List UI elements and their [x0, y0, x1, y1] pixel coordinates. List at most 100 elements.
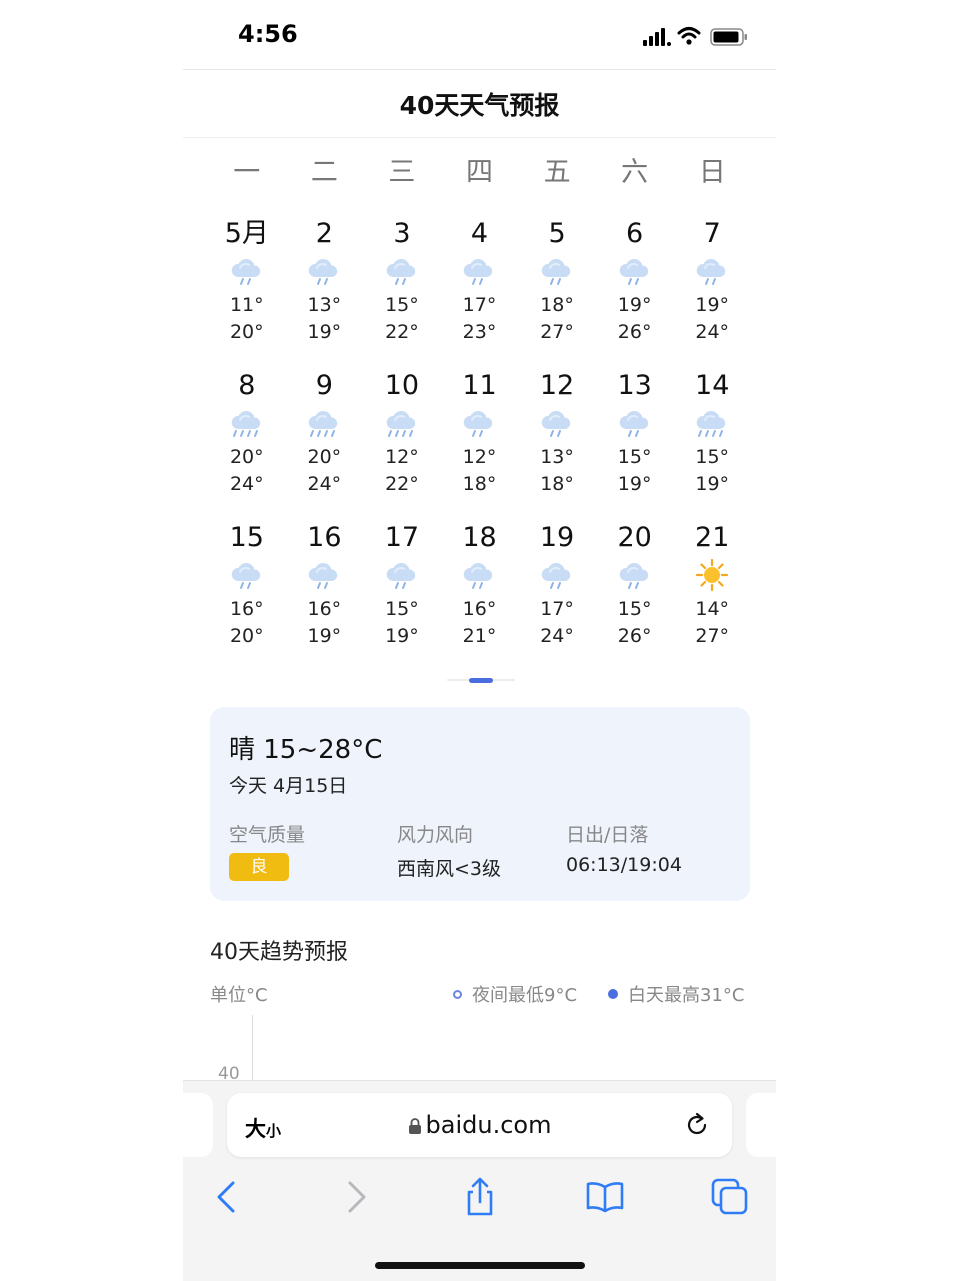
calendar-day[interactable]: 14 15° 19°	[673, 368, 751, 520]
calendar-day[interactable]: 10 12° 22°	[363, 368, 441, 520]
calendar-day[interactable]: 2 13° 19°	[286, 216, 364, 368]
day-number: 11	[462, 370, 497, 401]
low-temp: 16°	[229, 598, 264, 620]
day-number: 9	[315, 370, 333, 401]
high-temp: 19°	[617, 473, 652, 495]
trend-title: 40天趋势预报	[210, 940, 348, 965]
high-temp: 18°	[462, 473, 497, 495]
high-temp: 24°	[229, 473, 264, 495]
forecast-calendar: 5月 11° 20° 2 13° 19° 3 15° 22° 4 17° 23° 5 18° 27° 6 19°…	[208, 216, 751, 672]
low-temp: 13°	[307, 294, 342, 316]
unit-label: 单位°C	[210, 985, 268, 1006]
sunrise-sunset-label: 日出/日落	[566, 824, 649, 846]
url-display[interactable]: baidu.com	[227, 1111, 732, 1139]
tabs-icon[interactable]	[710, 1177, 750, 1217]
day-number: 4	[470, 218, 489, 249]
day-number: 7	[703, 218, 721, 249]
rain-cloud-icon	[541, 259, 571, 285]
calendar-day[interactable]: 13 15° 19°	[596, 368, 674, 520]
weekday-label: 四	[465, 157, 493, 188]
today-weather-card[interactable]: 晴 15~28°C 今天 4月15日 空气质量 良 风力风向 西南风<3级 日出…	[210, 707, 750, 901]
hollow-dot-icon	[453, 989, 462, 999]
low-temp: 18°	[540, 294, 574, 316]
page-title: 40天天气预报	[399, 91, 560, 120]
low-temp: 12°	[385, 446, 419, 468]
calendar-day[interactable]: 7 19° 24°	[673, 216, 751, 368]
legend-night-text: 夜间最低9°C	[472, 985, 578, 1006]
rain-cloud-icon	[386, 259, 416, 285]
low-temp: 16°	[462, 598, 497, 620]
calendar-day[interactable]: 11 12° 18°	[441, 368, 519, 520]
page-indicator-active[interactable]	[469, 678, 493, 683]
calendar-day[interactable]: 21 14° 27°	[673, 520, 751, 672]
low-temp: 20°	[307, 446, 342, 468]
calendar-day[interactable]: 3 15° 22°	[363, 216, 441, 368]
next-tab-peek[interactable]	[746, 1093, 776, 1157]
url-text: baidu.com	[425, 1111, 552, 1139]
calendar-day[interactable]: 15 16° 20°	[208, 520, 286, 672]
share-icon[interactable]	[460, 1177, 500, 1217]
address-bar[interactable]: 大小 baidu.com	[227, 1093, 732, 1157]
today-date: 今天 4月15日	[229, 775, 348, 797]
wind-value: 西南风<3级	[397, 858, 502, 880]
day-number: 10	[384, 370, 420, 401]
low-temp: 19°	[695, 294, 730, 316]
status-bar: 4:56	[183, 0, 776, 70]
calendar-day[interactable]: 5月 11° 20°	[208, 216, 286, 368]
calendar-day[interactable]: 17 15° 19°	[363, 520, 441, 672]
low-temp: 15°	[617, 598, 652, 620]
home-indicator	[375, 1262, 585, 1269]
heavy-rain-cloud-icon	[696, 411, 726, 437]
bookmarks-icon[interactable]	[585, 1177, 625, 1217]
back-icon[interactable]	[208, 1177, 248, 1217]
day-number: 5月	[224, 218, 269, 249]
calendar-day[interactable]: 19 17° 24°	[518, 520, 596, 672]
weekday-label: 日	[698, 157, 726, 188]
rain-cloud-icon	[541, 563, 571, 589]
calendar-day[interactable]: 9 20° 24°	[286, 368, 364, 520]
rain-cloud-icon	[386, 563, 416, 589]
calendar-day[interactable]: 8 20° 24°	[208, 368, 286, 520]
forward-icon[interactable]	[335, 1177, 375, 1217]
day-number: 15	[229, 522, 264, 553]
weekday-label: 五	[543, 157, 571, 188]
low-temp: 15°	[385, 294, 419, 316]
weekday-label: 二	[310, 157, 338, 188]
sunrise-sunset-value: 06:13/19:04	[566, 854, 682, 876]
rain-cloud-icon	[231, 563, 261, 589]
low-temp: 13°	[540, 446, 574, 468]
heavy-rain-cloud-icon	[309, 411, 338, 437]
sun-icon	[696, 558, 729, 592]
legend-night-low: 夜间最低9°C	[453, 981, 577, 1007]
rain-cloud-icon	[309, 563, 338, 589]
low-temp: 14°	[695, 598, 730, 620]
calendar-day[interactable]: 5 18° 27°	[518, 216, 596, 368]
calendar-day[interactable]: 12 13° 18°	[518, 368, 596, 520]
rain-cloud-icon	[309, 259, 338, 285]
calendar-day[interactable]: 4 17° 23°	[441, 216, 519, 368]
air-quality-badge: 良	[229, 853, 289, 881]
previous-tab-peek[interactable]	[183, 1093, 213, 1157]
heavy-rain-cloud-icon	[386, 411, 416, 437]
high-temp: 19°	[307, 625, 342, 647]
rain-cloud-icon	[619, 259, 648, 285]
day-number: 6	[626, 218, 644, 249]
low-temp: 17°	[462, 294, 497, 316]
reload-icon[interactable]	[683, 1111, 711, 1139]
calendar-day[interactable]: 20 15° 26°	[596, 520, 674, 672]
day-number: 20	[617, 522, 652, 553]
rain-cloud-icon	[541, 411, 571, 437]
rain-cloud-icon	[696, 259, 726, 285]
wind-label: 风力风向	[397, 824, 474, 846]
calendar-day[interactable]: 6 19° 26°	[596, 216, 674, 368]
calendar-day[interactable]: 18 16° 21°	[441, 520, 519, 672]
day-number: 21	[695, 522, 730, 553]
calendar-day[interactable]: 16 16° 19°	[286, 520, 364, 672]
rain-cloud-icon	[464, 411, 493, 437]
high-temp: 23°	[462, 321, 497, 343]
high-temp: 19°	[307, 321, 342, 343]
low-temp: 19°	[617, 294, 652, 316]
day-number: 12	[539, 370, 575, 401]
low-temp: 17°	[540, 598, 574, 620]
weekday-label: 六	[621, 157, 649, 188]
